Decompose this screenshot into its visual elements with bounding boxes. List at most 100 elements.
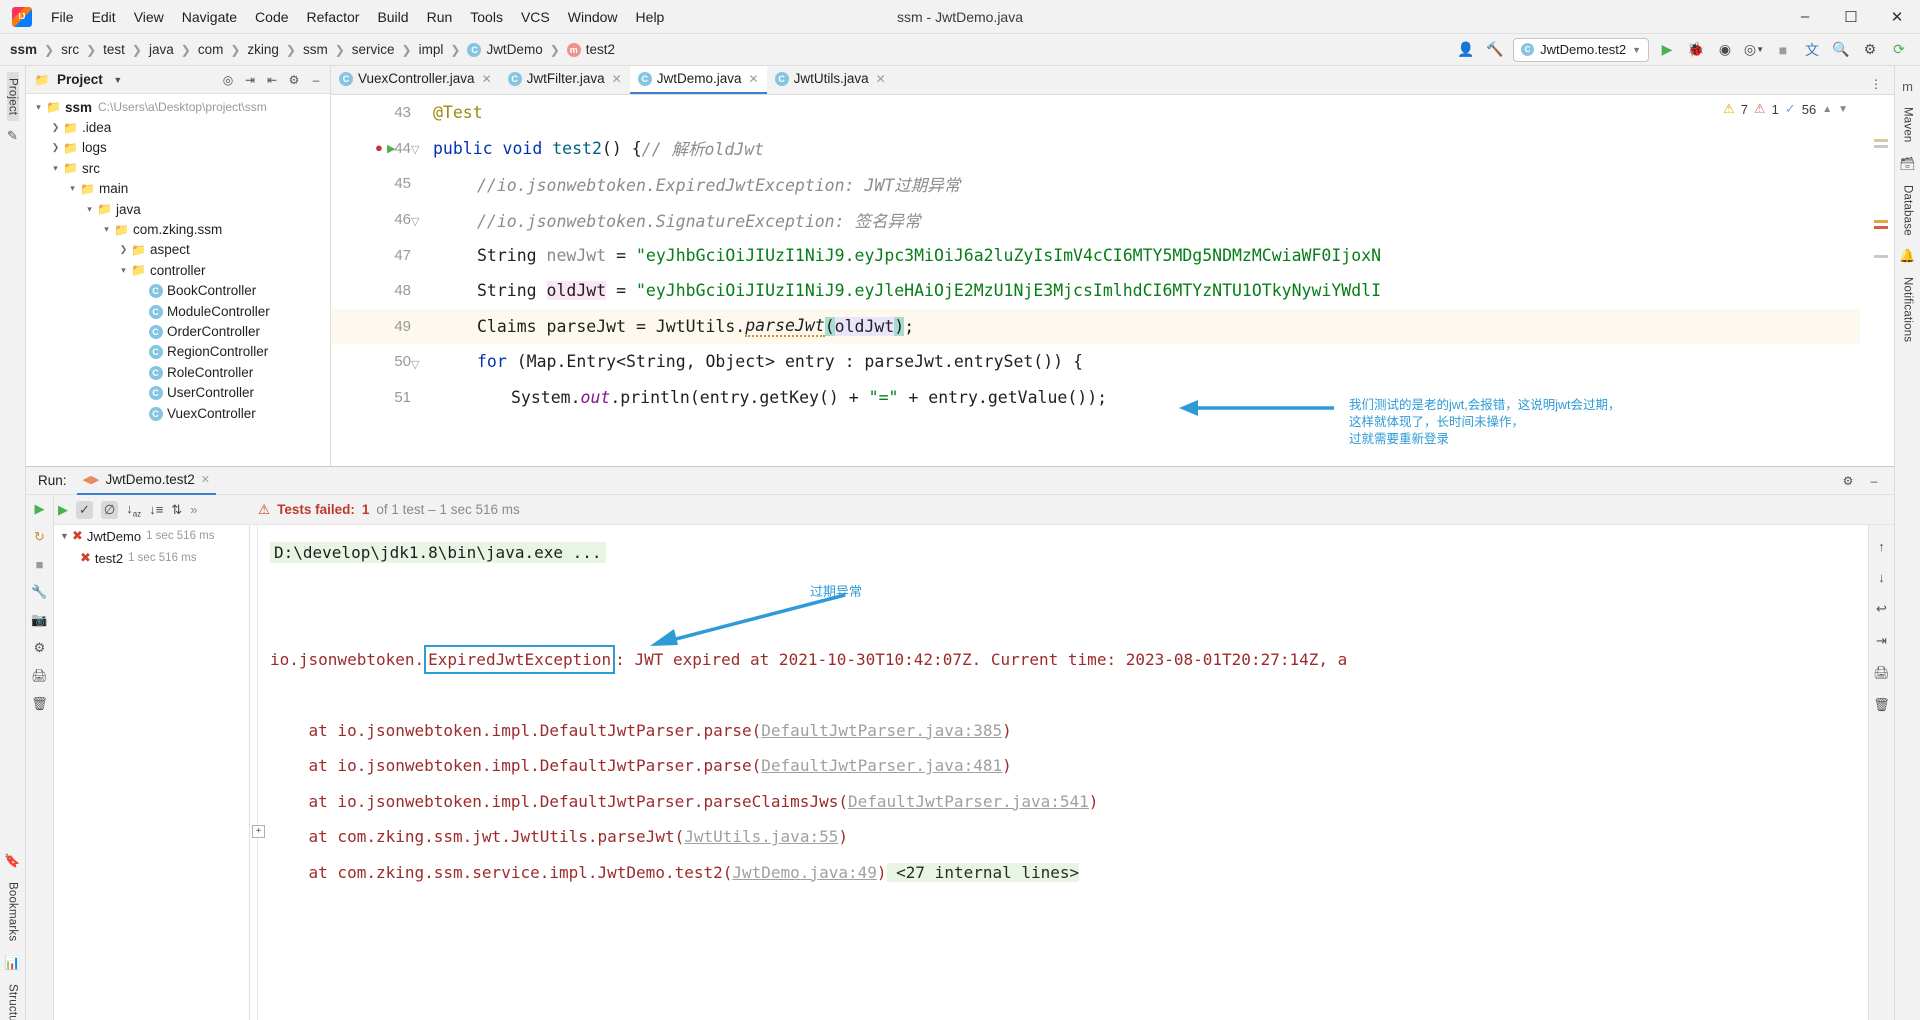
- print-icon[interactable]: 🖨: [31, 668, 48, 684]
- chevron-down-icon[interactable]: ▾: [66, 183, 79, 194]
- tree-node-src[interactable]: ▾ 📁 src: [26, 158, 330, 178]
- tab-jwtutils[interactable]: C JwtUtils.java ✕: [767, 65, 894, 94]
- tree-node-aspect[interactable]: ❯ 📁 aspect: [26, 240, 330, 260]
- sort-duration-icon[interactable]: ↓≡: [149, 502, 163, 517]
- stack-link[interactable]: DefaultJwtParser.java:385: [761, 721, 1002, 740]
- stack-link[interactable]: JwtDemo.java:49: [732, 863, 877, 882]
- close-icon[interactable]: ✕: [482, 72, 492, 86]
- chevron-down-icon[interactable]: ▾: [117, 265, 130, 276]
- tree-node-main[interactable]: ▾ 📁 main: [26, 179, 330, 199]
- show-passed-icon[interactable]: ✓: [76, 500, 93, 519]
- rerun-icon[interactable]: ▶: [58, 502, 68, 518]
- rail-project[interactable]: Project: [6, 72, 19, 122]
- profiler-icon[interactable]: ◎ ▼: [1743, 39, 1765, 61]
- hammer-icon[interactable]: 🔨: [1484, 39, 1506, 61]
- test-tree-node-test2[interactable]: ✖ test2 1 sec 516 ms: [54, 547, 249, 569]
- expand-icon[interactable]: ⇤: [262, 70, 282, 90]
- tree-node-rolecontroller[interactable]: C RoleController: [26, 362, 330, 382]
- camera-icon[interactable]: 📷: [31, 612, 47, 628]
- breadcrumb-ssm[interactable]: ssm: [8, 40, 39, 59]
- rail-maven[interactable]: Maven: [1902, 101, 1914, 149]
- breadcrumb-jwtdemo[interactable]: C JwtDemo: [465, 40, 544, 59]
- menu-tools[interactable]: Tools: [461, 5, 512, 29]
- gear-icon[interactable]: ⚙: [1838, 471, 1858, 491]
- database-icon[interactable]: 🗃: [1899, 156, 1916, 172]
- breakpoint-icon[interactable]: ●: [375, 140, 383, 155]
- menu-edit[interactable]: Edit: [83, 5, 125, 29]
- hide-icon[interactable]: –: [1864, 471, 1884, 491]
- gear-icon[interactable]: ⚙: [1859, 39, 1881, 61]
- run-icon[interactable]: ▶: [35, 501, 45, 517]
- run-green-triangle-icon[interactable]: ▶: [1656, 39, 1678, 61]
- structure-icon[interactable]: 📊: [4, 955, 20, 971]
- trash-icon[interactable]: 🗑: [31, 696, 48, 712]
- expand-frames-icon[interactable]: +: [252, 825, 265, 838]
- maximize-button[interactable]: ☐: [1828, 0, 1874, 34]
- breadcrumb-ssm2[interactable]: ssm: [301, 40, 330, 59]
- breadcrumb-com[interactable]: com: [196, 40, 226, 59]
- menu-build[interactable]: Build: [368, 5, 417, 29]
- target-icon[interactable]: ◎: [218, 70, 238, 90]
- chevron-down-icon[interactable]: ▼: [60, 531, 72, 541]
- menu-vcs[interactable]: VCS: [512, 5, 559, 29]
- editor-gutter[interactable]: 43 44 ● ▶ 45 46 47 48 49 50 51 ▽ ▽ ▽: [331, 95, 419, 466]
- run-configuration-selector[interactable]: C JwtDemo.test2 ▼: [1513, 37, 1649, 62]
- inspection-status-widget[interactable]: ⚠ 7 ⚠ 1 ✓ 56 ▲ ▼: [1723, 101, 1848, 117]
- menu-code[interactable]: Code: [246, 5, 297, 29]
- test-results-tree[interactable]: ▼ ✖ JwtDemo 1 sec 516 ms ✖ test2 1 sec 5…: [54, 525, 250, 1020]
- chevron-right-icon[interactable]: ❯: [49, 122, 62, 133]
- chevron-right-icon[interactable]: ❯: [117, 244, 130, 255]
- dump-threads-icon[interactable]: ⚙: [34, 640, 46, 656]
- tree-node-bookcontroller[interactable]: C BookController: [26, 281, 330, 301]
- stop-square-icon[interactable]: ■: [1772, 39, 1794, 61]
- menu-window[interactable]: Window: [559, 5, 627, 29]
- rail-notifications[interactable]: Notifications: [1902, 271, 1914, 348]
- rail-database[interactable]: Database: [1902, 179, 1914, 242]
- breadcrumb-service[interactable]: service: [350, 40, 397, 59]
- run-test-gutter-icon[interactable]: ▶: [387, 142, 395, 155]
- chevron-up-icon[interactable]: ▲: [1822, 104, 1832, 115]
- tab-vuexcontroller[interactable]: C VuexController.java ✕: [331, 65, 500, 94]
- chevron-down-icon[interactable]: ▼: [108, 70, 128, 90]
- tree-node-regioncontroller[interactable]: C RegionController: [26, 342, 330, 362]
- tree-node-modulecontroller[interactable]: C ModuleController: [26, 301, 330, 321]
- stop-icon[interactable]: ■: [36, 557, 44, 572]
- menu-refactor[interactable]: Refactor: [298, 5, 369, 29]
- tree-node-java[interactable]: ▾ 📁 java: [26, 199, 330, 219]
- soft-wrap-icon[interactable]: ↩: [1876, 601, 1887, 617]
- more-icon[interactable]: »: [190, 502, 197, 517]
- scroll-down-icon[interactable]: ↓: [1878, 570, 1885, 585]
- rail-bookmarks[interactable]: Bookmarks: [7, 876, 19, 947]
- sort-alpha-icon[interactable]: ↓az: [126, 501, 141, 519]
- tree-node-ordercontroller[interactable]: C OrderController: [26, 321, 330, 341]
- menu-view[interactable]: View: [125, 5, 173, 29]
- breadcrumb-java[interactable]: java: [147, 40, 176, 59]
- chevron-down-icon[interactable]: ▾: [32, 102, 45, 113]
- minimize-button[interactable]: –: [1782, 0, 1828, 34]
- translate-icon[interactable]: 文: [1801, 39, 1823, 61]
- user-account-icon[interactable]: 👤: [1455, 39, 1477, 61]
- stack-link[interactable]: DefaultJwtParser.java:481: [761, 756, 1002, 775]
- close-icon[interactable]: ✕: [612, 72, 622, 86]
- menu-file[interactable]: File: [42, 5, 83, 29]
- trash-icon[interactable]: 🗑: [1873, 697, 1890, 713]
- breadcrumb-test2[interactable]: m test2: [565, 40, 617, 59]
- tab-jwtdemo[interactable]: C JwtDemo.java ✕: [629, 65, 767, 94]
- console-output[interactable]: D:\develop\jdk1.8\bin\java.exe ... io.js…: [250, 525, 1868, 1020]
- run-tab-jwtdemo-test2[interactable]: ◀▶ JwtDemo.test2 ✕: [76, 467, 216, 495]
- close-icon[interactable]: ✕: [201, 473, 210, 486]
- more-options-icon[interactable]: ⋮: [1866, 74, 1886, 94]
- tree-node-com-zking-ssm[interactable]: ▾ 📁 com.zking.ssm: [26, 219, 330, 239]
- chevron-down-icon[interactable]: ▼: [1838, 104, 1848, 115]
- tree-node-controller[interactable]: ▾ 📁 controller: [26, 260, 330, 280]
- breadcrumb-impl[interactable]: impl: [417, 40, 446, 59]
- chevron-down-icon[interactable]: ▾: [83, 204, 96, 215]
- scroll-up-icon[interactable]: ↑: [1878, 539, 1885, 554]
- debug-bug-icon[interactable]: 🐞: [1685, 39, 1707, 61]
- print-icon[interactable]: 🖨: [1873, 665, 1890, 681]
- tree-node-logs[interactable]: ❯ 📁 logs: [26, 138, 330, 158]
- chevron-right-icon[interactable]: ❯: [49, 142, 62, 153]
- wrench-icon[interactable]: 🔧: [31, 584, 47, 600]
- update-icon[interactable]: ⟳: [1888, 39, 1910, 61]
- chevron-down-icon[interactable]: ▾: [100, 224, 113, 235]
